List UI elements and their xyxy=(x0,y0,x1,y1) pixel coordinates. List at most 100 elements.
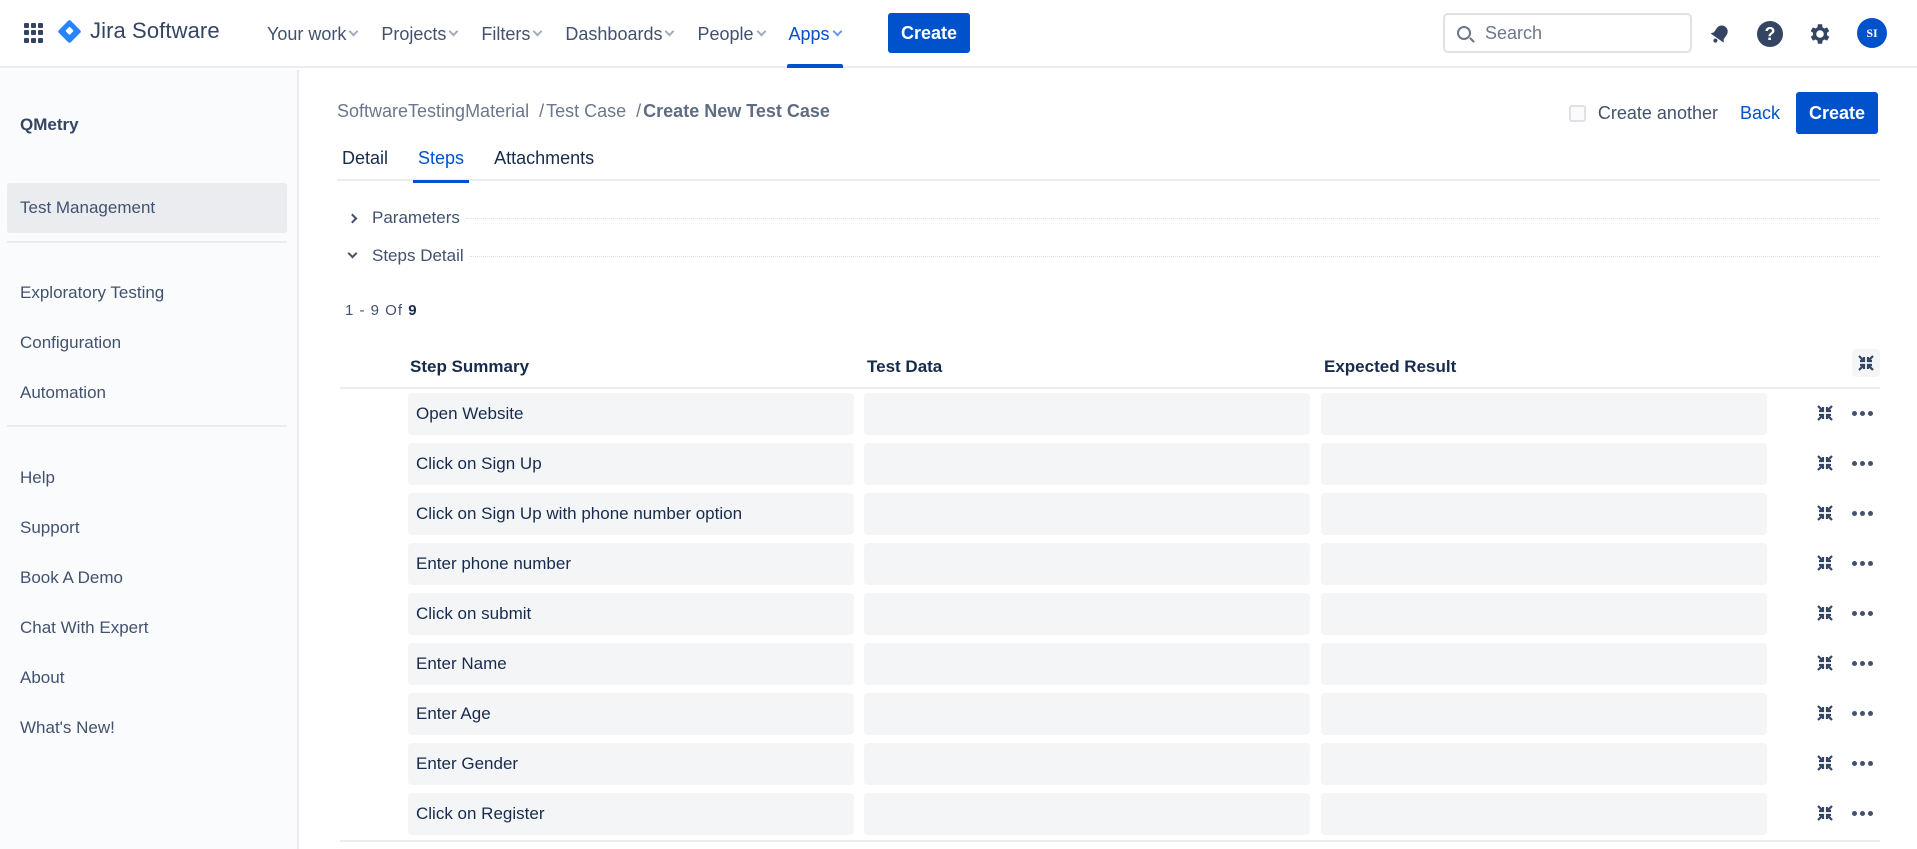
test-data-cell[interactable] xyxy=(864,743,1310,785)
collapse-row-button[interactable] xyxy=(1814,752,1836,774)
collapse-row-button[interactable] xyxy=(1814,552,1836,574)
expected-result-cell[interactable] xyxy=(1321,643,1767,685)
dot xyxy=(1859,410,1865,416)
nav-dashboards[interactable]: Dashboards xyxy=(565,0,675,68)
top-navigation: Jira Software Your work Projects Filters… xyxy=(0,0,1917,68)
sidebar-item-test-management[interactable]: Test Management xyxy=(7,183,287,233)
nav-label: Your work xyxy=(267,23,347,44)
more-actions-button[interactable] xyxy=(1848,802,1876,824)
collapse-row-button[interactable] xyxy=(1814,402,1836,424)
step-row: Enter Age xyxy=(340,691,1880,741)
test-data-cell[interactable] xyxy=(864,393,1310,435)
notifications-button[interactable] xyxy=(1706,20,1734,48)
search-box[interactable] xyxy=(1443,13,1692,53)
collapse-row-button[interactable] xyxy=(1814,702,1836,724)
step-row: Enter Gender xyxy=(340,741,1880,791)
test-data-cell[interactable] xyxy=(864,693,1310,735)
dot xyxy=(1851,710,1857,716)
collapse-row-button[interactable] xyxy=(1814,502,1836,524)
create-another-checkbox[interactable] xyxy=(1568,104,1586,122)
sidebar-item-configuration[interactable]: Configuration xyxy=(7,318,287,368)
sidebar-item-whats-new[interactable]: What's New! xyxy=(7,703,287,753)
test-data-cell[interactable] xyxy=(864,543,1310,585)
create-another-toggle[interactable]: Create another xyxy=(1568,103,1718,124)
tab-steps[interactable]: Steps xyxy=(413,148,470,183)
dot xyxy=(1851,410,1857,416)
expected-result-cell[interactable] xyxy=(1321,393,1767,435)
dot xyxy=(1867,510,1873,516)
test-data-cell[interactable] xyxy=(864,493,1310,535)
test-data-cell[interactable] xyxy=(864,643,1310,685)
expected-result-cell[interactable] xyxy=(1321,793,1767,835)
nav-label: Filters xyxy=(481,23,531,44)
more-actions-button[interactable] xyxy=(1848,552,1876,574)
collapse-row-button[interactable] xyxy=(1814,602,1836,624)
sidebar-item-help[interactable]: Help xyxy=(7,453,287,503)
dot xyxy=(1851,560,1857,566)
dot xyxy=(1859,760,1865,766)
collapse-row-button[interactable] xyxy=(1814,652,1836,674)
step-summary-cell[interactable]: Enter Age xyxy=(408,693,854,735)
expected-result-cell[interactable] xyxy=(1321,593,1767,635)
nav-apps[interactable]: Apps xyxy=(786,0,843,68)
step-summary-cell[interactable]: Click on Sign Up with phone number optio… xyxy=(408,493,854,535)
create-button[interactable]: Create xyxy=(1796,92,1878,134)
sidebar-title: QMetry xyxy=(20,115,79,134)
step-summary-cell[interactable]: Enter Name xyxy=(408,643,854,685)
user-avatar[interactable]: SI xyxy=(1857,18,1887,48)
expected-result-cell[interactable] xyxy=(1321,493,1767,535)
tab-detail[interactable]: Detail xyxy=(337,148,393,181)
more-actions-button[interactable] xyxy=(1848,652,1876,674)
chevron-down-icon xyxy=(832,26,843,37)
step-summary-cell[interactable]: Enter Gender xyxy=(408,743,854,785)
nav-projects[interactable]: Projects xyxy=(381,0,459,68)
search-input[interactable] xyxy=(1485,22,1675,44)
nav-label: Apps xyxy=(788,23,830,44)
step-summary-cell[interactable]: Click on Register xyxy=(408,793,854,835)
tab-attachments[interactable]: Attachments xyxy=(489,148,599,181)
sidebar-item-automation[interactable]: Automation xyxy=(7,368,287,418)
dot xyxy=(1851,760,1857,766)
parameters-section-toggle[interactable]: Parameters xyxy=(347,206,1880,230)
nav-filters[interactable]: Filters xyxy=(481,0,543,68)
more-actions-button[interactable] xyxy=(1848,452,1876,474)
expected-result-cell[interactable] xyxy=(1321,443,1767,485)
more-actions-button[interactable] xyxy=(1848,402,1876,424)
more-actions-button[interactable] xyxy=(1848,702,1876,724)
global-create-button[interactable]: Create xyxy=(888,13,970,53)
sidebar-item-book-a-demo[interactable]: Book A Demo xyxy=(7,553,287,603)
sidebar-item-exploratory-testing[interactable]: Exploratory Testing xyxy=(7,268,287,318)
collapse-row-button[interactable] xyxy=(1814,802,1836,824)
expected-result-cell[interactable] xyxy=(1321,543,1767,585)
more-actions-button[interactable] xyxy=(1848,752,1876,774)
test-data-cell[interactable] xyxy=(864,443,1310,485)
expected-result-cell[interactable] xyxy=(1321,693,1767,735)
step-summary-cell[interactable]: Click on submit xyxy=(408,593,854,635)
app-switcher-icon[interactable] xyxy=(24,23,44,43)
test-data-cell[interactable] xyxy=(864,593,1310,635)
step-summary-cell[interactable]: Open Website xyxy=(408,393,854,435)
nav-your-work[interactable]: Your work xyxy=(267,0,359,68)
collapse-row-button[interactable] xyxy=(1814,452,1836,474)
sidebar-item-support[interactable]: Support xyxy=(7,503,287,553)
sidebar-item-chat-with-expert[interactable]: Chat With Expert xyxy=(7,603,287,653)
breadcrumb-test-case[interactable]: Test Case xyxy=(546,101,626,122)
back-button[interactable]: Back xyxy=(1736,103,1784,124)
more-actions-button[interactable] xyxy=(1848,502,1876,524)
more-actions-button[interactable] xyxy=(1848,602,1876,624)
step-row: Click on Sign Up with phone number optio… xyxy=(340,491,1880,541)
chevron-down-icon xyxy=(448,26,459,37)
collapse-all-button[interactable] xyxy=(1852,349,1880,377)
jira-logo[interactable]: Jira Software xyxy=(57,18,220,44)
breadcrumb-project[interactable]: SoftwareTestingMaterial xyxy=(337,101,529,122)
help-button[interactable]: ? xyxy=(1756,20,1784,48)
step-summary-cell[interactable]: Click on Sign Up xyxy=(408,443,854,485)
settings-button[interactable] xyxy=(1806,20,1834,48)
steps-detail-section-toggle[interactable]: Steps Detail xyxy=(347,244,1880,268)
nav-people[interactable]: People xyxy=(697,0,766,68)
expected-result-cell[interactable] xyxy=(1321,743,1767,785)
step-summary-cell[interactable]: Enter phone number xyxy=(408,543,854,585)
collapse-icon xyxy=(1817,655,1833,671)
sidebar-item-about[interactable]: About xyxy=(7,653,287,703)
test-data-cell[interactable] xyxy=(864,793,1310,835)
